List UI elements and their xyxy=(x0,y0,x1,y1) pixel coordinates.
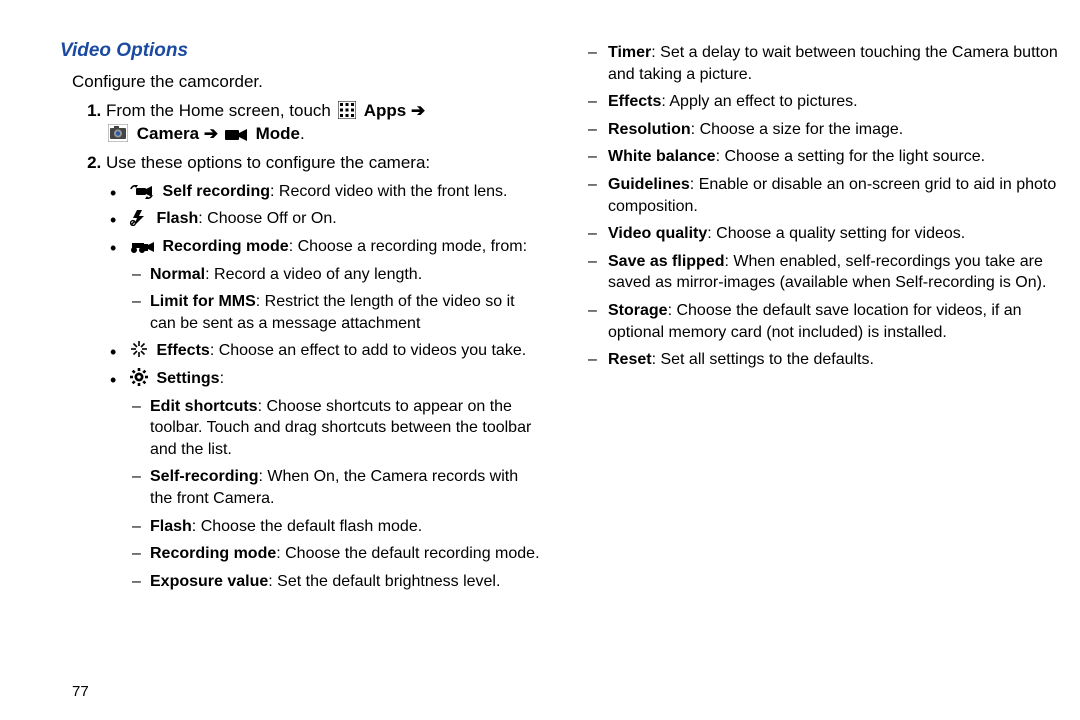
bullet-flash: Flash: Choose Off or On. xyxy=(106,208,540,230)
arrow1: ➔ xyxy=(411,101,425,120)
bullet-effects: Effects: Choose an effect to add to vide… xyxy=(106,340,540,362)
settings-colon: : xyxy=(220,370,224,387)
self-recording-icon xyxy=(130,185,154,199)
gear-icon xyxy=(130,368,148,386)
dash-video-quality: Video quality: Choose a quality setting … xyxy=(580,223,1060,245)
expval-label: Exposure value xyxy=(150,573,268,590)
page-number: 77 xyxy=(72,683,89,700)
dash-limit-mms: Limit for MMS: Restrict the length of th… xyxy=(128,291,540,334)
dash-flash: Flash: Choose the default flash mode. xyxy=(128,516,540,538)
manual-page: Video Options Configure the camcorder. F… xyxy=(0,0,1080,720)
arrow2: ➔ xyxy=(204,124,218,143)
flash-desc: : Choose Off or On. xyxy=(198,210,336,227)
step-1: From the Home screen, touch Apps ➔ Camer… xyxy=(106,100,540,146)
steps-list: From the Home screen, touch Apps ➔ Camer… xyxy=(106,100,540,592)
step2-lead: Use these options to configure the camer… xyxy=(106,153,430,172)
effects-r-desc: : Apply an effect to pictures. xyxy=(661,93,857,110)
recording-mode-sublist: Normal: Record a video of any length. Li… xyxy=(128,264,540,335)
timer-desc: : Set a delay to wait between touching t… xyxy=(608,44,1058,83)
flash2-label: Flash xyxy=(150,518,192,535)
dash-recording-mode: Recording mode: Choose the default recor… xyxy=(128,543,540,565)
dash-save-flipped: Save as flipped: When enabled, self-reco… xyxy=(580,251,1060,294)
right-column: Timer: Set a delay to wait between touch… xyxy=(580,30,1060,377)
whitebal-desc: : Choose a setting for the light source. xyxy=(716,148,985,165)
expval-desc: : Set the default brightness level. xyxy=(268,573,500,590)
intro-text: Configure the camcorder. xyxy=(72,72,540,92)
settings-sublist-continued: Timer: Set a delay to wait between touch… xyxy=(580,42,1060,371)
bullet-self-recording: Self recording: Record video with the fr… xyxy=(106,181,540,203)
bullet-recording-mode: Recording mode: Choose a recording mode,… xyxy=(106,236,540,334)
self-recording-desc: : Record video with the front lens. xyxy=(270,183,507,200)
left-column: Video Options Configure the camcorder. F… xyxy=(60,30,540,598)
self-recording-label: Self recording xyxy=(162,183,270,200)
dash-edit-shortcuts: Edit shortcuts: Choose shortcuts to appe… xyxy=(128,396,540,461)
normal-label: Normal xyxy=(150,266,205,283)
step1-period: . xyxy=(300,124,305,143)
dash-reset: Reset: Set all settings to the defaults. xyxy=(580,349,1060,371)
whitebal-label: White balance xyxy=(608,148,716,165)
effects-label: Effects xyxy=(156,342,209,359)
recording-mode-label: Recording mode xyxy=(162,238,288,255)
camcorder-mode-icon xyxy=(225,128,247,142)
recmode2-label: Recording mode xyxy=(150,545,276,562)
bullet-settings: Settings: Edit shortcuts: Choose shortcu… xyxy=(106,368,540,592)
flash2-desc: : Choose the default flash mode. xyxy=(192,518,422,535)
apps-grid-icon xyxy=(338,101,356,119)
resolution-label: Resolution xyxy=(608,121,691,138)
reset-desc: : Set all settings to the defaults. xyxy=(652,351,874,368)
resolution-desc: : Choose a size for the image. xyxy=(691,121,904,138)
effects-r-label: Effects xyxy=(608,93,661,110)
dash-storage: Storage: Choose the default save locatio… xyxy=(580,300,1060,343)
effects-desc: : Choose an effect to add to videos you … xyxy=(210,342,526,359)
dash-normal: Normal: Record a video of any length. xyxy=(128,264,540,286)
dash-guidelines: Guidelines: Enable or disable an on-scre… xyxy=(580,174,1060,217)
timer-label: Timer xyxy=(608,44,651,61)
editshort-label: Edit shortcuts xyxy=(150,398,258,415)
recording-mode-icon xyxy=(130,240,154,254)
flash-label: Flash xyxy=(156,210,198,227)
saveflip-label: Save as flipped xyxy=(608,253,725,270)
settings-sublist: Edit shortcuts: Choose shortcuts to appe… xyxy=(128,396,540,593)
dash-effects-r: Effects: Apply an effect to pictures. xyxy=(580,91,1060,113)
storage-label: Storage xyxy=(608,302,668,319)
flash-icon xyxy=(130,210,148,226)
vidqual-label: Video quality xyxy=(608,225,707,242)
step2-bullets: Self recording: Record video with the fr… xyxy=(106,181,540,593)
dash-white-balance: White balance: Choose a setting for the … xyxy=(580,146,1060,168)
step1-lead: From the Home screen, touch xyxy=(106,101,331,120)
camera-label: Camera xyxy=(137,124,199,143)
recording-mode-desc: : Choose a recording mode, from: xyxy=(289,238,527,255)
section-heading: Video Options xyxy=(60,40,540,62)
apps-label: Apps xyxy=(364,101,407,120)
dash-exposure-value: Exposure value: Set the default brightne… xyxy=(128,571,540,593)
mode-label: Mode xyxy=(256,124,300,143)
storage-desc: : Choose the default save location for v… xyxy=(608,302,1022,341)
effects-icon xyxy=(130,340,148,358)
selfrec2-label: Self-recording xyxy=(150,468,258,485)
dash-resolution: Resolution: Choose a size for the image. xyxy=(580,119,1060,141)
camera-app-icon xyxy=(108,124,128,142)
reset-label: Reset xyxy=(608,351,652,368)
recmode2-desc: : Choose the default recording mode. xyxy=(276,545,539,562)
dash-self-recording: Self-recording: When On, the Camera reco… xyxy=(128,466,540,509)
settings-label: Settings xyxy=(156,370,219,387)
limitmms-label: Limit for MMS xyxy=(150,293,256,310)
guidelines-label: Guidelines xyxy=(608,176,690,193)
step-2: Use these options to configure the camer… xyxy=(106,152,540,592)
vidqual-desc: : Choose a quality setting for videos. xyxy=(707,225,965,242)
dash-timer: Timer: Set a delay to wait between touch… xyxy=(580,42,1060,85)
normal-desc: : Record a video of any length. xyxy=(205,266,422,283)
